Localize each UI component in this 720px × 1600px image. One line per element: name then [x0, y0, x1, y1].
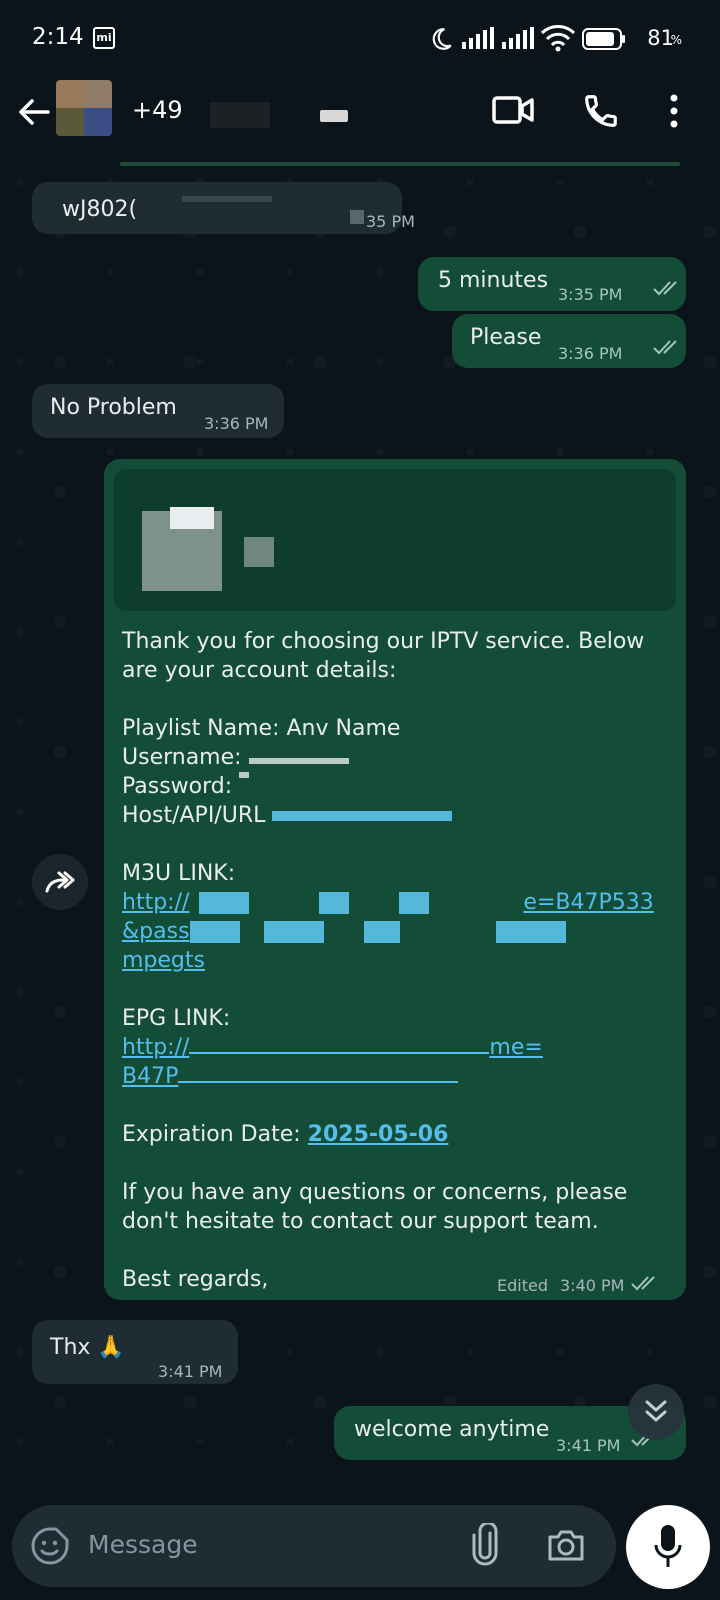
edited-label: Edited [497, 1276, 548, 1295]
double-check-icon [653, 340, 677, 355]
divider [120, 162, 680, 166]
m3u-label: M3U LINK: [122, 861, 236, 886]
message-text: Thx 🙏 [50, 1335, 125, 1360]
quoted-message[interactable] [114, 469, 676, 611]
message-incoming[interactable]: wJ802( 35 PM [32, 182, 415, 234]
redacted-image [244, 537, 274, 567]
double-check-icon [653, 281, 677, 296]
chat-area[interactable]: wJ802( 35 PM 5 minutes 3:35 PM Please 3:… [0, 162, 720, 1497]
host-line: Host/API/URL [122, 801, 672, 830]
message-time: 3:36 PM [558, 344, 623, 363]
message-text: No Problem [50, 395, 177, 420]
message-body: Thank you for choosing our IPTV service.… [122, 627, 672, 1294]
message-time: 35 PM [366, 212, 415, 231]
forward-icon [45, 871, 75, 893]
contact-name[interactable]: +49 [132, 96, 183, 124]
back-arrow-icon[interactable] [14, 92, 54, 132]
signal-icon-1 [462, 27, 494, 49]
m3u-link[interactable]: http://e=B47P533 [122, 888, 672, 917]
status-bar: 2:14 mi 81 % [0, 0, 720, 80]
message-text: 5 minutes [438, 268, 549, 293]
battery-icon [582, 28, 625, 50]
camera-icon[interactable] [546, 1525, 586, 1565]
message-time: 3:36 PM [204, 414, 269, 433]
wifi-icon [540, 25, 576, 52]
more-vert-icon[interactable] [668, 94, 680, 128]
sticker-emoji-icon[interactable] [30, 1526, 70, 1566]
status-time: 2:14 [32, 24, 84, 50]
message-text: Please [470, 325, 542, 350]
message-incoming[interactable]: No Problem 3:36 PM [32, 384, 284, 438]
voice-message-button[interactable] [626, 1505, 710, 1589]
battery-percent-sign: % [670, 33, 682, 47]
username-line: Username: [122, 743, 672, 772]
expiration-date-link[interactable]: 2025-05-06 [308, 1122, 449, 1147]
closing-text: If you have any questions or concerns, p… [122, 1180, 628, 1234]
message-time: 3:41 PM [158, 1362, 223, 1381]
forward-button[interactable] [32, 854, 88, 910]
chat-header: +49 [0, 80, 720, 162]
password-line: Password: [122, 772, 672, 801]
message-time: 3:35 PM [558, 285, 623, 304]
signal-icon-2 [502, 27, 534, 49]
message-placeholder: Message [88, 1530, 198, 1559]
redacted-name-part [320, 110, 348, 122]
phone-icon[interactable] [582, 92, 620, 130]
message-text: welcome anytime [354, 1417, 550, 1442]
message-input[interactable]: Message [12, 1505, 616, 1587]
playlist-line: Playlist Name: Anv Name [122, 716, 401, 741]
attach-icon[interactable] [470, 1523, 500, 1567]
epg-link[interactable]: http://me= [122, 1033, 672, 1062]
video-call-icon[interactable] [492, 94, 534, 126]
message-text: wJ802( [62, 197, 138, 222]
avatar[interactable] [56, 80, 112, 136]
input-bar: Message [0, 1497, 720, 1600]
double-chevron-down-icon [645, 1400, 667, 1422]
message-outgoing-account-details[interactable]: Thank you for choosing our IPTV service.… [104, 459, 686, 1300]
redacted-text [350, 210, 364, 224]
double-check-icon [631, 1276, 655, 1291]
message-time: 3:40 PM [560, 1276, 625, 1295]
intro-text: Thank you for choosing our IPTV service.… [122, 629, 645, 683]
microphone-icon [654, 1525, 682, 1567]
redacted-image [170, 507, 214, 529]
epg-link-line2[interactable]: B47P [122, 1062, 672, 1091]
message-outgoing[interactable]: 5 minutes 3:35 PM [418, 257, 686, 311]
redacted-text [182, 196, 272, 202]
mi-notification-icon: mi [93, 27, 115, 49]
scroll-to-bottom-button[interactable] [628, 1384, 684, 1440]
m3u-link-line3[interactable]: mpegts [122, 946, 672, 975]
redacted-name-part [210, 102, 270, 128]
moon-icon [432, 28, 452, 50]
epg-label: EPG LINK: [122, 1006, 231, 1031]
message-incoming[interactable]: Thx 🙏 3:41 PM [32, 1320, 238, 1384]
message-time: 3:41 PM [556, 1436, 621, 1455]
m3u-link-line2[interactable]: &pass [122, 917, 672, 946]
expiration-line: Expiration Date: 2025-05-06 [122, 1122, 449, 1147]
message-outgoing[interactable]: Please 3:36 PM [452, 314, 686, 368]
